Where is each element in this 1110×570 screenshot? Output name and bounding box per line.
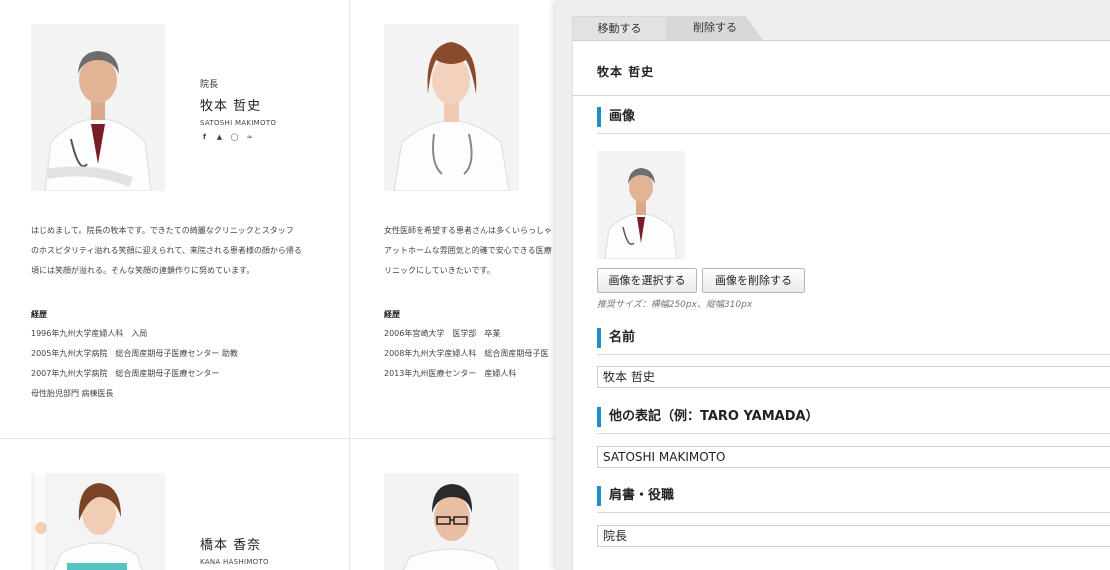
alt-name-section: 他の表記（例：TARO YAMADA）: [597, 407, 1110, 434]
name-section: 名前: [597, 328, 1110, 355]
intro-line: 頃には笑顔が溢れる。そんな笑顔の連鎖作りに努めています。: [31, 266, 255, 275]
career-item: 2007年九州大学病院 総合周産期母子医療センター: [31, 369, 220, 378]
section-divider: [597, 512, 1110, 513]
section-divider: [597, 433, 1110, 434]
career-item: 母性胎児部門 病棟医長: [31, 389, 114, 398]
career-item: 2005年九州大学病院 総合周産期母子医療センター 助教: [31, 349, 238, 358]
tab-delete[interactable]: 削除する: [667, 16, 763, 40]
remove-image-button[interactable]: 画像を削除する: [702, 268, 805, 293]
career-heading: 経歴: [31, 310, 47, 319]
doctor-photo-hashimoto: [31, 473, 165, 570]
doctor-photo-female: [384, 24, 519, 191]
intro-line: はじめまして。院長の牧本です。できたての綺麗なクリニックとスタッフ: [31, 226, 294, 235]
site-preview: 院長 牧本 哲史 SATOSHI MAKIMOTO f ▲ ◯ ≈ はじめまして…: [0, 0, 556, 570]
edit-form: 牧本 哲史 画像 画像を選択する 画像を削除する 推奨サイズ：横幅250px、縦…: [572, 40, 1110, 570]
section-heading-name: 名前: [597, 328, 1110, 350]
select-image-button[interactable]: 画像を選択する: [597, 268, 697, 293]
recommended-size-hint: 推奨サイズ：横幅250px、縦幅310px: [597, 300, 753, 310]
social-links: f ▲ ◯ ≈: [200, 133, 276, 141]
doctor-name-roman: KANA HASHIMOTO: [200, 558, 269, 566]
career-heading: 経歴: [384, 310, 400, 319]
section-heading-position: 肩書・役職: [597, 486, 1110, 508]
section-heading-alt-name: 他の表記（例：TARO YAMADA）: [597, 407, 1110, 429]
career-item: 2013年九州医療センター 産婦人科: [384, 369, 517, 378]
tab-move[interactable]: 移動する: [572, 16, 667, 40]
instagram-icon[interactable]: ◯: [230, 133, 239, 141]
intro-line: アットホームな雰囲気と的確で安心できる医療: [384, 246, 552, 255]
doctor-name-roman: SATOSHI MAKIMOTO: [200, 119, 277, 127]
doctor-name: 橋本 香奈: [200, 538, 262, 553]
doctor-meta-hashimoto: 橋本 香奈 KANA HASHIMOTO: [200, 534, 269, 566]
doctor-photo-male-2: [384, 473, 519, 570]
column-divider: [349, 0, 350, 570]
intro-line: のホスピタリティ溢れる笑顔に迎えられて、来院される患者様の顔から帰る: [31, 246, 302, 255]
career-list-makimoto: 1996年九州大学産婦人科 入局 2005年九州大学病院 総合周産期母子医療セン…: [31, 324, 238, 404]
doctor-intro-female: 女性医師を希望する患者さんは多くいらっしゃ アットホームな雰囲気と的確で安心でき…: [384, 221, 552, 281]
career-item: 1996年九州大学産婦人科 入局: [31, 329, 148, 338]
tab-delete-label: 削除する: [693, 21, 737, 34]
doctor-name: 牧本 哲史: [200, 99, 262, 114]
image-section: 画像: [597, 107, 1110, 134]
doctor-meta-makimoto: 院長 牧本 哲史 SATOSHI MAKIMOTO f ▲ ◯ ≈: [200, 77, 276, 141]
career-list-female: 2006年宮崎大学 医学部 卒業 2008年九州大学産婦人科 総合周産期母子医 …: [384, 324, 548, 384]
doctor-intro-makimoto: はじめまして。院長の牧本です。できたての綺麗なクリニックとスタッフ のホスピタリ…: [31, 221, 302, 281]
name-input[interactable]: 牧本 哲史: [597, 366, 1110, 388]
row-divider: [0, 438, 556, 439]
doctor-photo-makimoto: [31, 24, 165, 191]
section-divider: [597, 354, 1110, 355]
intro-line: 女性医師を希望する患者さんは多くいらっしゃ: [384, 226, 552, 235]
position-input[interactable]: 院長: [597, 525, 1110, 547]
alt-name-input[interactable]: SATOSHI MAKIMOTO: [597, 446, 1110, 468]
career-item: 2006年宮崎大学 医学部 卒業: [384, 329, 501, 338]
career-item: 2008年九州大学産婦人科 総合周産期母子医: [384, 349, 549, 358]
image-preview: [597, 151, 685, 259]
edit-panel: 移動する 削除する 牧本 哲史 画像 画像を選択する 画像を削除する 推奨サイズ…: [556, 0, 1110, 570]
position-section: 肩書・役職: [597, 486, 1110, 513]
doctor-role: 院長: [200, 80, 219, 90]
section-divider: [597, 133, 1110, 134]
form-title: 牧本 哲史: [573, 41, 1110, 96]
intro-line: リニックにしていきたいです。: [384, 266, 495, 275]
twitter-icon[interactable]: ▲: [215, 133, 224, 141]
facebook-icon[interactable]: f: [200, 133, 209, 141]
section-heading-image: 画像: [597, 107, 1110, 129]
rss-icon[interactable]: ≈: [245, 133, 254, 141]
panel-tabs: 移動する 削除する: [572, 16, 1110, 40]
